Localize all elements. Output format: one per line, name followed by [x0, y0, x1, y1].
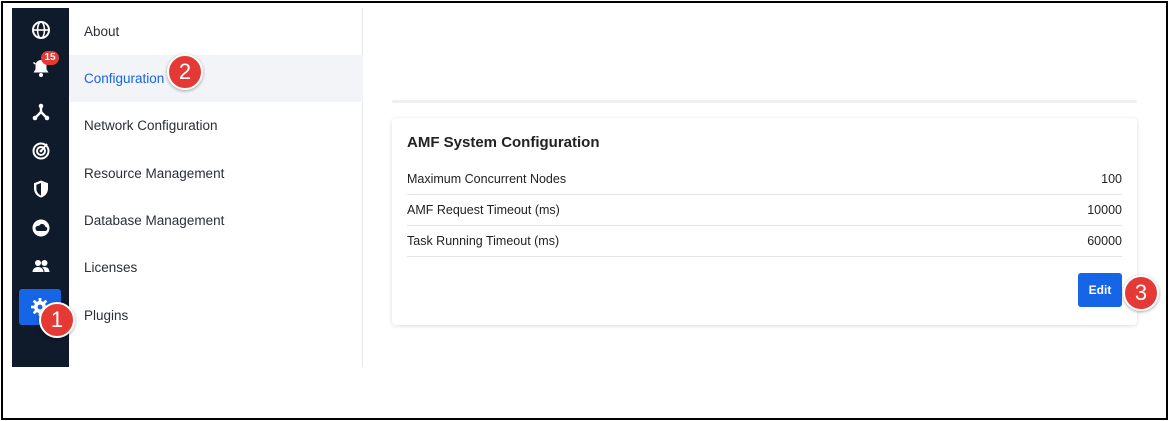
config-row: AMF Request Timeout (ms) 10000 [407, 195, 1122, 226]
config-row-value: 100 [1101, 172, 1122, 186]
edit-button[interactable]: Edit [1078, 273, 1122, 307]
config-row-label: Task Running Timeout (ms) [407, 234, 560, 248]
rail-item-cloud[interactable] [12, 210, 69, 246]
users-icon [31, 256, 51, 276]
config-row-label: Maximum Concurrent Nodes [407, 172, 567, 186]
menu-item-plugins[interactable]: Plugins [69, 292, 363, 339]
globe-icon [31, 20, 51, 40]
menu-item-database-management[interactable]: Database Management [69, 197, 363, 244]
rail-item-security[interactable] [12, 171, 69, 207]
notification-count-badge: 15 [41, 51, 59, 65]
rail-item-radar[interactable] [12, 133, 69, 169]
callout-2: 2 [167, 54, 203, 90]
radar-icon [31, 141, 51, 161]
config-row: Maximum Concurrent Nodes 100 [407, 164, 1122, 195]
config-row-value: 10000 [1087, 203, 1122, 217]
rail-item-users[interactable] [12, 248, 69, 284]
config-row-label: AMF Request Timeout (ms) [407, 203, 560, 217]
config-row-value: 60000 [1087, 234, 1122, 248]
config-row: Task Running Timeout (ms) 60000 [407, 226, 1122, 257]
menu-item-resource-management[interactable]: Resource Management [69, 150, 363, 197]
menu-item-about[interactable]: About [69, 8, 363, 55]
content-divider [392, 100, 1137, 103]
rail-item-network[interactable] [12, 94, 69, 130]
menu-item-licenses[interactable]: Licenses [69, 244, 363, 291]
screenshot-frame: 15 About Configuration Network Configura… [1, 1, 1168, 420]
shield-icon [31, 179, 51, 199]
cloud-icon [31, 218, 51, 238]
callout-3: 3 [1123, 275, 1159, 311]
settings-menu: About Configuration Network Configuratio… [69, 8, 363, 367]
menu-item-configuration[interactable]: Configuration [69, 55, 363, 102]
callout-1: 1 [39, 302, 75, 338]
rail-item-globe[interactable] [12, 12, 69, 48]
card-title: AMF System Configuration [407, 134, 600, 151]
amf-system-configuration-card: AMF System Configuration Maximum Concurr… [392, 118, 1137, 325]
rail-item-notifications[interactable]: 15 [12, 50, 69, 86]
menu-item-network-configuration[interactable]: Network Configuration [69, 102, 363, 149]
network-icon [31, 102, 51, 122]
